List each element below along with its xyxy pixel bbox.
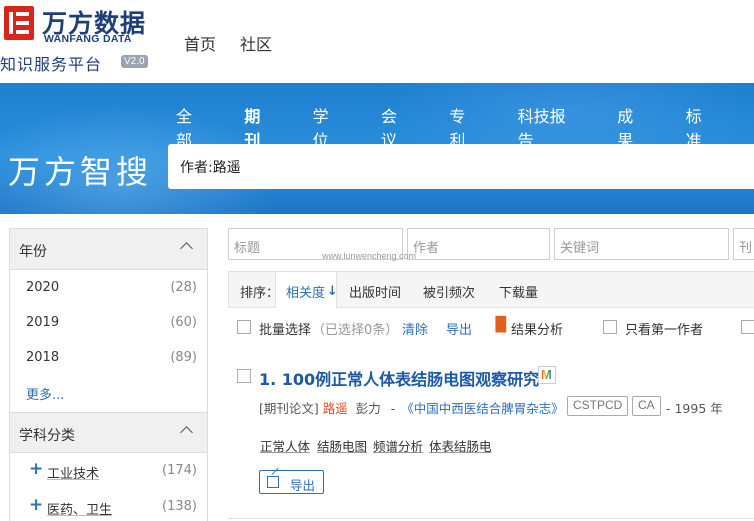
subject-label[interactable]: 医药、卫生 [47,499,112,518]
year-section-title: 年份 [19,244,47,260]
export-icon [267,476,279,488]
wanfang-logo-icon[interactable] [4,6,34,40]
expand-plus-icon[interactable]: + [29,459,43,479]
top-nav: 首页 社区 [184,31,272,55]
site-header: 万方数据 WANFANG DATA 知识服务平台 V2.0 首页 社区 [0,0,754,83]
year-count: (60) [170,315,197,330]
version-badge: V2.0 [121,55,148,68]
result-year: - 1995 年 [666,401,723,416]
year-item[interactable]: 2018 (89) [10,340,207,375]
batch-select-label[interactable]: 批量选择 [259,319,311,338]
chevron-up-icon[interactable] [180,242,193,255]
search-banner: 全部 期刊 学位 会议 专利 科技报告 成果 标准 万方智搜 作者:路遥 [0,83,754,214]
watermark: www.lunwencheng.com [322,251,417,261]
year-label: 2018 [26,350,60,365]
year-label: 2020 [26,280,60,295]
title-placeholder: 标题 [234,241,261,256]
sort-publish-time[interactable]: 出版时间 [349,282,401,301]
action-bar: 批量选择 （已选择0条） 清除 导出 ▐▌ 结果分析 只看第一作者 只 [228,308,754,345]
journal-placeholder: 刊 [739,241,753,256]
year-section-header[interactable]: 年份 [10,229,207,270]
year-label: 2019 [26,315,60,330]
keyword-link[interactable]: 频谱分析 [373,436,423,455]
result-checkbox[interactable] [237,369,251,383]
clear-button[interactable]: 清除 [402,319,428,338]
nav-home[interactable]: 首页 [184,31,216,55]
year-item[interactable]: 2020 (28) [10,270,207,305]
result-divider [228,518,754,519]
index-tag: CSTPCD [567,396,629,416]
journal-filter-input[interactable]: 刊 [733,228,754,260]
result-export-button[interactable]: 导出 [259,470,324,494]
sort-relevance-label: 相关度 [286,286,326,301]
sort-bar: 排序： 相关度 ↓ 出版时间 被引频次 下载量 [228,271,754,308]
search-query: 作者:路遥 [180,160,241,176]
nav-community[interactable]: 社区 [240,31,272,55]
truncated-checkbox[interactable] [741,320,754,334]
keyword-placeholder: 关键词 [560,241,600,256]
keyword-link[interactable]: 结肠电图 [317,436,367,455]
subject-count: (138) [162,499,197,514]
first-author-checkbox[interactable] [603,320,617,334]
subject-item[interactable]: + 医药、卫生 (138) [10,489,207,521]
year-item[interactable]: 2019 (60) [10,305,207,340]
platform-name: 知识服务平台 [0,55,103,74]
result-analysis-button[interactable]: 结果分析 [511,319,563,338]
author-filter-input[interactable]: 作者 [407,228,550,260]
year-more-link[interactable]: 更多... [10,375,207,412]
subject-label[interactable]: 工业技术 [47,463,99,482]
export-label: 导出 [290,478,316,493]
first-author-label[interactable]: 只看第一作者 [625,319,703,338]
keyword-filter-input[interactable]: 关键词 [554,228,729,260]
result-author[interactable]: 路遥 [323,401,348,416]
more-label: 更多... [26,388,65,403]
result-journal-link[interactable]: 《中国中西医结合脾胃杂志》 [401,401,564,416]
batch-select-checkbox[interactable] [237,320,251,334]
subject-item[interactable]: + 工业技术 (174) [10,453,207,489]
bar-chart-icon[interactable]: ▐▌ [490,317,512,333]
subject-section-title: 学科分类 [19,428,75,444]
result-meta: [期刊论文] 路遥 彭力 - 《中国中西医结合脾胃杂志》 [259,398,564,417]
expand-plus-icon[interactable]: + [29,495,43,515]
banner-title: 万方智搜 [8,153,153,191]
sort-label: 排序： [240,286,280,301]
keyword-link[interactable]: 体表结肠电 [429,436,492,455]
chevron-up-icon[interactable] [180,426,193,439]
meta-separator: - [390,401,396,416]
year-count: (89) [170,350,197,365]
result-author[interactable]: 彭力 [356,401,381,416]
keyword-link[interactable]: 正常人体 [260,436,310,455]
sort-downloads[interactable]: 下载量 [499,282,538,301]
sort-relevance[interactable]: 相关度 ↓ [275,272,338,308]
selected-count: （已选择0条） [312,323,399,338]
result-title-link[interactable]: 1. 100例正常人体表结肠电图观察研究 [259,366,539,390]
index-tag: CA [632,396,661,416]
year-count: (28) [170,280,197,295]
export-link[interactable]: 导出 [446,319,472,338]
logo-text-en: WANFANG DATA [44,33,132,45]
arrow-down-icon: ↓ [327,284,338,299]
author-placeholder: 作者 [413,241,440,256]
subject-section-header[interactable]: 学科分类 [10,412,207,453]
filter-sidebar: 年份 2020 (28) 2019 (60) 2018 (89) 更多... 学… [9,228,208,521]
sort-citations[interactable]: 被引频次 [423,282,475,301]
m-format-icon[interactable]: M [538,366,556,384]
search-input[interactable]: 作者:路遥 [168,144,754,189]
result-type: [期刊论文] [259,401,319,416]
subject-count: (174) [162,463,197,478]
